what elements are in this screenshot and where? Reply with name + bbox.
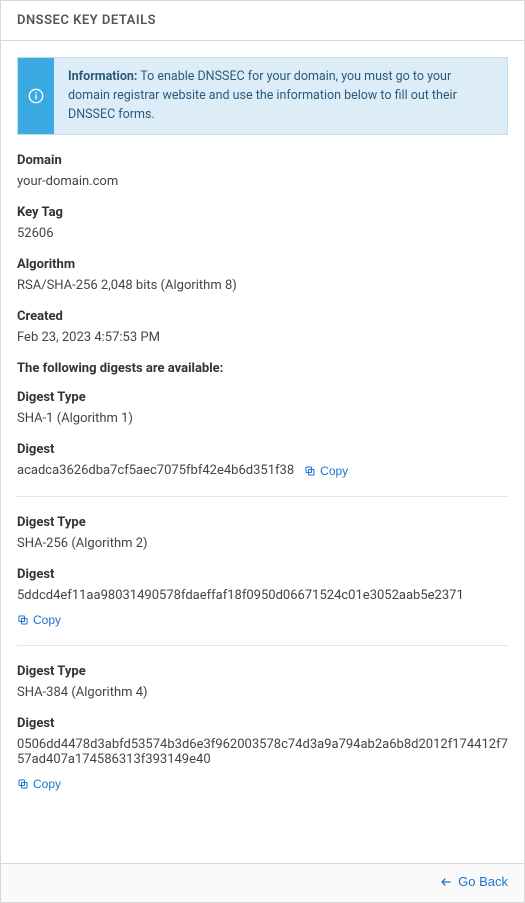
field-domain: Domain your-domain.com xyxy=(17,153,508,189)
field-keytag-value: 52606 xyxy=(17,226,508,241)
digests-header: The following digests are available: xyxy=(17,361,508,376)
digest-type-value: SHA-1 (Algorithm 1) xyxy=(17,411,508,426)
digest-value: 5ddcd4ef11aa98031490578fdaeffaf18f0950d0… xyxy=(17,588,464,603)
digest-type-label: Digest Type xyxy=(17,390,508,405)
field-algorithm: Algorithm RSA/SHA-256 2,048 bits (Algori… xyxy=(17,257,508,293)
digest-value: 0506dd4478d3abfd53574b3d6e3f962003578c74… xyxy=(17,737,508,767)
go-back-label: Go Back xyxy=(458,874,508,889)
digest-type-value: SHA-256 (Algorithm 2) xyxy=(17,536,508,551)
copy-button[interactable]: Copy xyxy=(304,464,348,478)
copy-icon xyxy=(17,614,29,626)
digest-block: Digest Type SHA-384 (Algorithm 4) xyxy=(17,664,508,700)
copy-button[interactable]: Copy xyxy=(17,613,61,627)
digest-block: Digest Type SHA-256 (Algorithm 2) xyxy=(17,515,508,551)
copy-button[interactable]: Copy xyxy=(17,777,61,791)
copy-label: Copy xyxy=(320,464,348,478)
digest-field: Digest acadca3626dba7cf5aec7075fbf42e4b6… xyxy=(17,442,508,478)
field-algorithm-value: RSA/SHA-256 2,048 bits (Algorithm 8) xyxy=(17,278,508,293)
info-label: Information: xyxy=(68,69,137,84)
digest-value: acadca3626dba7cf5aec7075fbf42e4b6d351f38 xyxy=(17,463,294,478)
arrow-left-icon xyxy=(440,876,452,888)
field-created-value: Feb 23, 2023 4:57:53 PM xyxy=(17,330,508,345)
field-keytag-label: Key Tag xyxy=(17,205,508,220)
copy-label: Copy xyxy=(33,777,61,791)
digest-field: Digest 0506dd4478d3abfd53574b3d6e3f96200… xyxy=(17,716,508,791)
digest-type-label: Digest Type xyxy=(17,515,508,530)
digest-type-label: Digest Type xyxy=(17,664,508,679)
copy-label: Copy xyxy=(33,613,61,627)
digest-label: Digest xyxy=(17,716,508,731)
dnssec-panel: DNSSEC KEY DETAILS Information: To enabl… xyxy=(0,0,525,903)
digest-label: Digest xyxy=(17,567,508,582)
panel-body: Information: To enable DNSSEC for your d… xyxy=(1,41,524,863)
info-box: Information: To enable DNSSEC for your d… xyxy=(17,57,508,135)
divider xyxy=(17,496,508,497)
field-algorithm-label: Algorithm xyxy=(17,257,508,272)
field-created: Created Feb 23, 2023 4:57:53 PM xyxy=(17,309,508,345)
info-text: Information: To enable DNSSEC for your d… xyxy=(54,58,507,134)
go-back-button[interactable]: Go Back xyxy=(440,874,508,889)
digest-field: Digest 5ddcd4ef11aa98031490578fdaeffaf18… xyxy=(17,567,508,627)
field-keytag: Key Tag 52606 xyxy=(17,205,508,241)
panel-footer: Go Back xyxy=(1,863,524,902)
digest-type-value: SHA-384 (Algorithm 4) xyxy=(17,685,508,700)
divider xyxy=(17,645,508,646)
copy-icon xyxy=(17,778,29,790)
digest-label: Digest xyxy=(17,442,508,457)
field-domain-value: your-domain.com xyxy=(17,174,508,189)
info-icon xyxy=(18,58,54,134)
field-created-label: Created xyxy=(17,309,508,324)
field-domain-label: Domain xyxy=(17,153,508,168)
digest-block: Digest Type SHA-1 (Algorithm 1) xyxy=(17,390,508,426)
copy-icon xyxy=(304,465,316,477)
panel-title: DNSSEC KEY DETAILS xyxy=(1,1,524,41)
